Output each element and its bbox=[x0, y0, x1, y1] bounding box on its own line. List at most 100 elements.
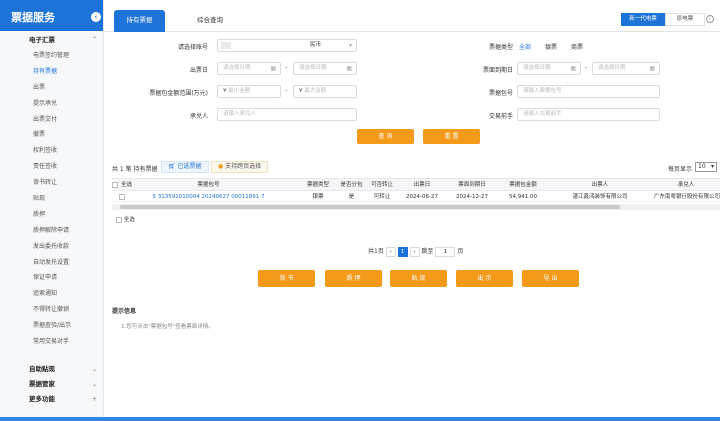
bottom-accent-bar bbox=[0, 417, 720, 421]
range-dash: - bbox=[585, 64, 588, 72]
due-date-start-input[interactable]: 请选择日期 ▦ bbox=[517, 62, 581, 75]
counterparty-input[interactable]: 请输入交易前手 bbox=[517, 108, 660, 121]
sidebar-group-label: 自助贴现 bbox=[29, 365, 55, 373]
sidebar-item[interactable]: 提示承兑 bbox=[0, 96, 103, 112]
reset-button[interactable]: 重 置 bbox=[423, 129, 480, 144]
sidebar-item[interactable]: 出票交付 bbox=[0, 112, 103, 128]
old-bill-button[interactable]: 原电票 bbox=[665, 13, 705, 26]
column-header: 承兑人 bbox=[677, 182, 695, 188]
pledge-button[interactable]: 质 押 bbox=[325, 270, 382, 287]
sidebar-item[interactable]: 权利签收 bbox=[0, 143, 103, 159]
table-footer-select-all[interactable]: 全选 bbox=[116, 215, 135, 223]
cross-page-select-toggle[interactable]: ● 支持跨页选择 bbox=[211, 161, 269, 173]
bill-type-bank-option[interactable]: 银票 bbox=[545, 42, 557, 51]
bill-type-all-option[interactable]: 全部 bbox=[519, 42, 531, 51]
present-button[interactable]: 出 示 bbox=[456, 270, 513, 287]
caret-icon: ⌄ bbox=[91, 366, 97, 373]
calendar-icon: ▦ bbox=[270, 65, 276, 72]
sidebar-item[interactable]: 持有票据 bbox=[0, 64, 103, 80]
table-header: 全选 票据包号 票据类型 是否分包 可否转让 出票日 票面到期日 票据包金额 出票人 承兑人 bbox=[112, 178, 720, 191]
info-icon[interactable]: i bbox=[706, 15, 714, 23]
sidebar-item[interactable]: 质押解除申请 bbox=[0, 223, 103, 239]
date-placeholder: 请选择日期 bbox=[299, 65, 327, 71]
selected-bills-label: 已选票据 bbox=[177, 163, 202, 170]
sidebar-item[interactable]: 背书转让 bbox=[0, 175, 103, 191]
table-cell: 广东南粤银行股份有限公司 bbox=[653, 194, 720, 200]
per-page-value: 10 bbox=[698, 163, 706, 170]
query-button[interactable]: 查 询 bbox=[357, 129, 414, 144]
bill-type-commercial-option[interactable]: 商票 bbox=[571, 42, 583, 51]
sidebar-item[interactable]: 保证申请 bbox=[0, 270, 103, 286]
sidebar-item[interactable]: 出票 bbox=[0, 80, 103, 96]
account-select[interactable]: 民币 ▾ bbox=[217, 39, 357, 52]
bill-no-link[interactable]: 5 313591010004 20240627 00011891 7 bbox=[145, 191, 272, 203]
per-page-select[interactable]: 10 ▾ bbox=[695, 162, 717, 172]
sidebar-item[interactable]: 追索通知 bbox=[0, 286, 103, 302]
sidebar-group[interactable]: 更多功能 + bbox=[0, 392, 103, 407]
next-page-button[interactable]: › bbox=[409, 246, 420, 257]
due-date-end-input[interactable]: 请选择日期 ▦ bbox=[592, 62, 660, 75]
horizontal-scrollbar[interactable] bbox=[112, 204, 720, 210]
acceptor-input[interactable]: 请输入承兑人 bbox=[217, 108, 357, 121]
amount-max-input[interactable]: ¥ 最大金额 bbox=[293, 85, 357, 98]
list-toolbar: 共 1 笔 持有票据 🛒︎ 已选票据 ● 支持跨页选择 每页显示 10 ▾ bbox=[112, 160, 720, 175]
table-row[interactable]: 5 313591010004 20240627 00011891 7 银票 是 可转让… bbox=[112, 191, 720, 202]
bill-no-input[interactable]: 请输入票据包号 bbox=[517, 85, 660, 98]
sidebar-item[interactable]: 电票签约管理 bbox=[0, 48, 103, 64]
sidebar-group-label: 电子汇票 bbox=[29, 36, 55, 44]
tab-comprehensive-query[interactable]: 综合查询 bbox=[182, 10, 238, 32]
sidebar-item[interactable]: 责任签收 bbox=[0, 159, 103, 175]
cross-page-label: 支持跨页选择 bbox=[225, 163, 262, 170]
calendar-icon: ▦ bbox=[649, 65, 655, 72]
endorse-button[interactable]: 背 书 bbox=[258, 270, 315, 287]
discount-button[interactable]: 贴 现 bbox=[390, 270, 447, 287]
select-all-label: 全选 bbox=[123, 217, 135, 223]
sidebar-item[interactable]: 贴现 bbox=[0, 191, 103, 207]
record-count: 共 1 笔 持有票据 bbox=[112, 166, 158, 173]
date-placeholder: 请选择日期 bbox=[223, 65, 251, 71]
sidebar-item[interactable]: 发出委托收款 bbox=[0, 239, 103, 255]
table-cell: 银票 bbox=[312, 194, 324, 200]
amount-min-input[interactable]: ¥ 最小金额 bbox=[217, 85, 281, 98]
table-cell: 2024-12-27 bbox=[456, 194, 488, 200]
column-header: 票据类型 bbox=[306, 182, 329, 188]
table-cell: 2024-06-27 bbox=[406, 194, 438, 200]
column-header: 可否转让 bbox=[370, 182, 393, 188]
new-gen-bill-button[interactable]: 新一代电票 bbox=[621, 13, 665, 26]
sidebar-group-electronic-bill[interactable]: 电子汇票 ⌃ bbox=[0, 33, 103, 47]
cart-icon: 🛒︎ bbox=[168, 163, 176, 170]
table-cell: 是 bbox=[348, 194, 355, 200]
page-number-button[interactable]: 1 bbox=[397, 246, 408, 257]
goto-page-input[interactable]: 1 bbox=[435, 246, 456, 257]
currency-symbol: ¥ bbox=[223, 88, 227, 94]
tab-holding-bills[interactable]: 持有票据 bbox=[114, 10, 165, 32]
amount-range-label: 票据包金额范围(万元) bbox=[149, 90, 208, 97]
checkbox[interactable] bbox=[116, 216, 122, 223]
tips-text: 1.您可点击"票据包号"查看票面详情。 bbox=[121, 324, 214, 330]
row-checkbox[interactable] bbox=[112, 191, 132, 203]
date-placeholder: 请选择日期 bbox=[598, 65, 626, 71]
sidebar-group[interactable]: 自助贴现 ⌄ bbox=[0, 362, 103, 377]
sidebar-item[interactable]: 撤票 bbox=[0, 127, 103, 143]
scrollbar-thumb[interactable] bbox=[120, 205, 620, 209]
checkbox[interactable] bbox=[119, 193, 125, 200]
issue-date-start-input[interactable]: 请选择日期 ▦ bbox=[217, 62, 281, 75]
sidebar-item[interactable]: 质押 bbox=[0, 207, 103, 223]
issue-date-end-input[interactable]: 请选择日期 ▦ bbox=[293, 62, 357, 75]
account-label: 请选择账号 bbox=[177, 44, 208, 51]
sidebar-header: 票据服务 ‹ bbox=[0, 0, 103, 31]
sidebar-title: 票据服务 bbox=[11, 11, 55, 24]
sidebar-item[interactable]: 自动发托设置 bbox=[0, 255, 103, 271]
prev-page-button[interactable]: ‹ bbox=[385, 246, 396, 257]
sidebar-item[interactable]: 常用交易对手 bbox=[0, 334, 103, 350]
sidebar-item[interactable]: 票据查验/出示 bbox=[0, 318, 103, 334]
export-button[interactable]: 导 出 bbox=[522, 270, 579, 287]
column-header: 票据包金额 bbox=[509, 182, 537, 188]
chevron-up-icon: ⌃ bbox=[91, 36, 97, 43]
collapse-sidebar-icon[interactable]: ‹ bbox=[91, 12, 101, 22]
sidebar-item[interactable]: 不得转让撤销 bbox=[0, 302, 103, 318]
selected-bills-button[interactable]: 🛒︎ 已选票据 bbox=[161, 161, 209, 173]
select-all-header[interactable]: 全选 bbox=[112, 179, 132, 191]
sidebar-group[interactable]: 票据管家 ⌄ bbox=[0, 377, 103, 392]
checkbox[interactable] bbox=[112, 181, 118, 188]
